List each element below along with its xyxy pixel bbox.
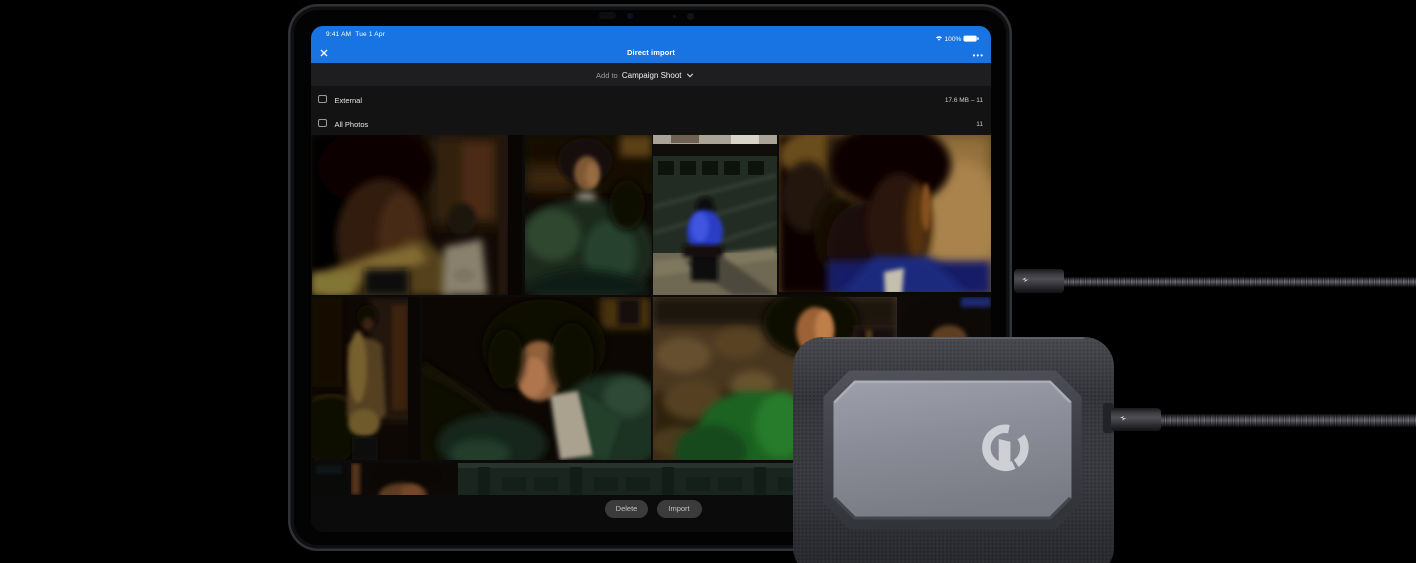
svg-text:100%: 100%: [945, 36, 962, 43]
